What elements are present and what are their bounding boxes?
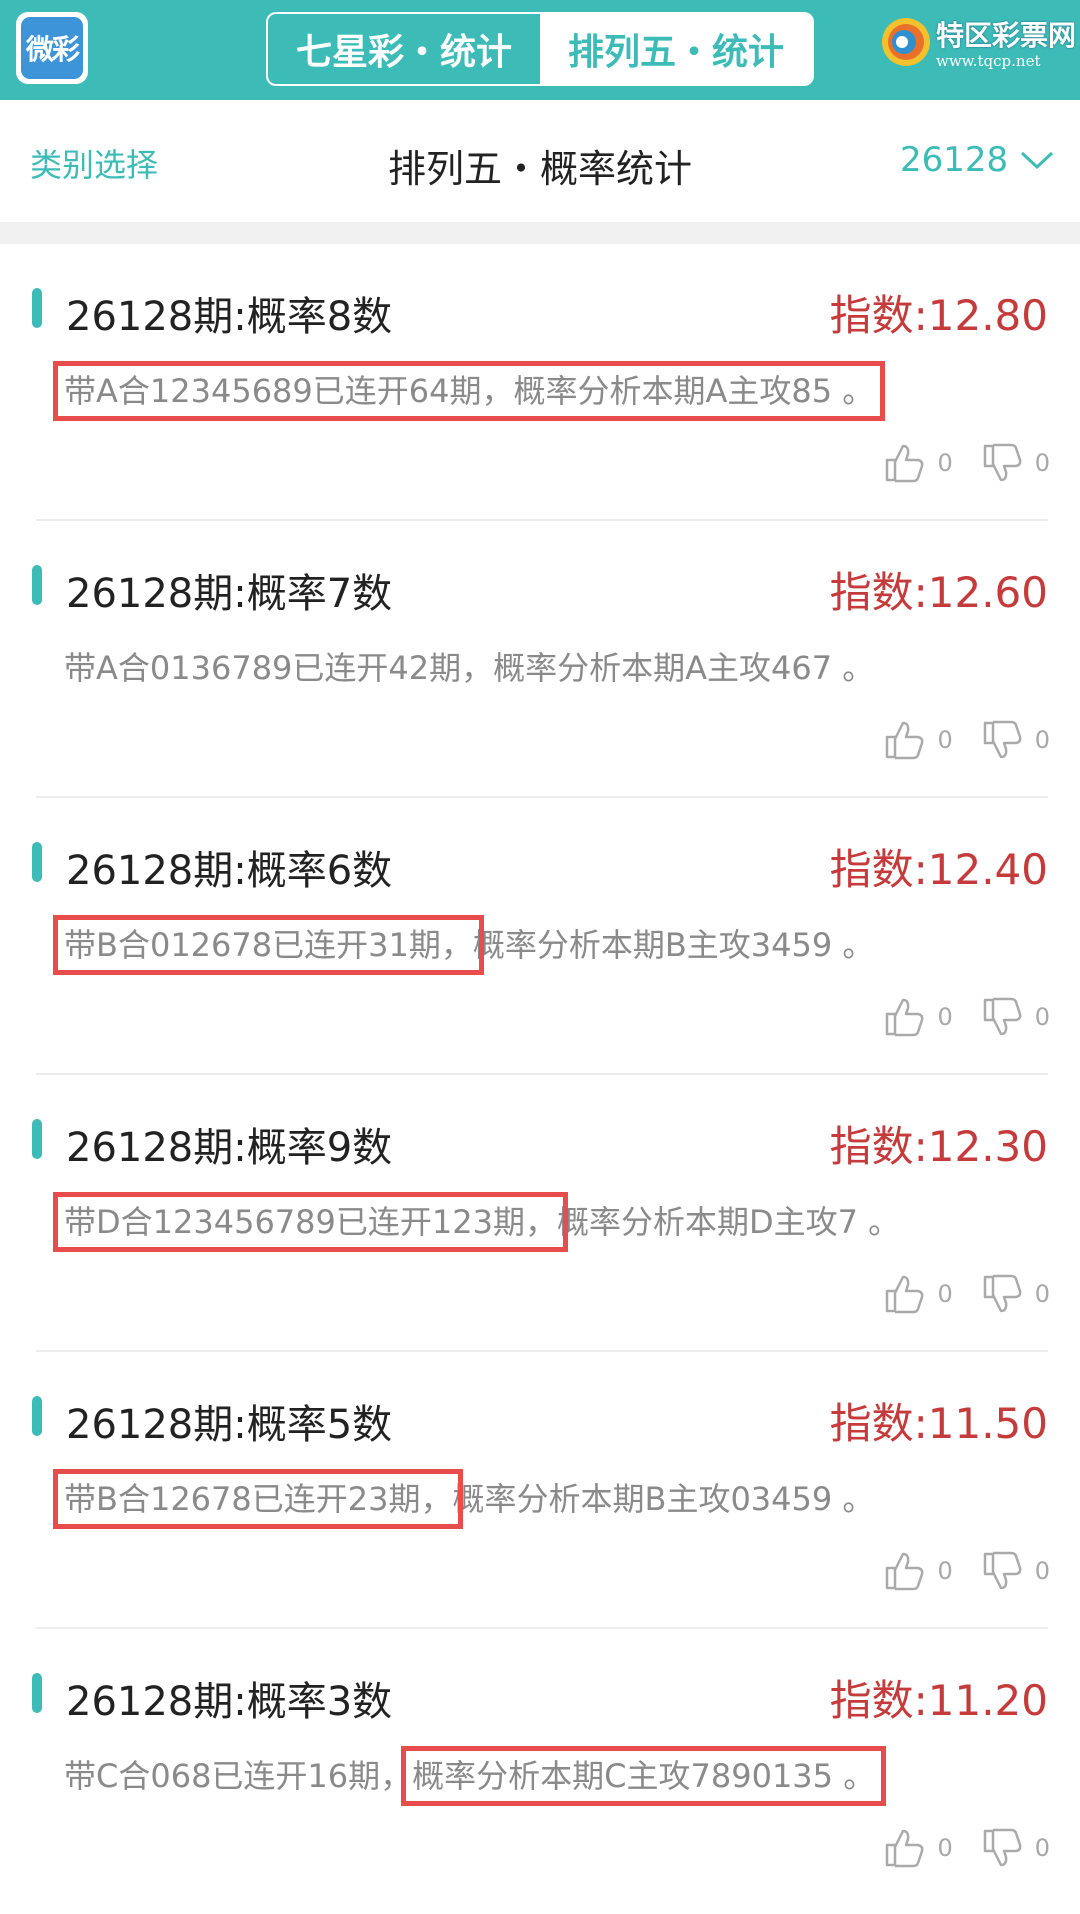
brand-name: 特区彩票网 bbox=[936, 19, 1077, 52]
highlight-box: 带B合012678已连开31期， bbox=[53, 915, 484, 975]
like-count: 0 bbox=[937, 449, 953, 477]
item-description: 带B合12678已连开23期，概率分析本期B主攻03459 。 bbox=[52, 1469, 875, 1529]
section-gap bbox=[0, 222, 1080, 244]
thumbs-up-icon bbox=[886, 1275, 924, 1314]
list-item: 26128期:概率8数 指数:12.80 带A合12345689已连开64期，概… bbox=[0, 244, 1080, 521]
thumbs-up-icon bbox=[886, 998, 924, 1037]
dislike-count: 0 bbox=[1034, 1003, 1050, 1031]
item-title: 26128期:概率7数 bbox=[66, 571, 393, 617]
dislike-count: 0 bbox=[1034, 1557, 1050, 1585]
dislike-count: 0 bbox=[1034, 1834, 1050, 1862]
like-count: 0 bbox=[937, 1003, 953, 1031]
chevron-down-icon bbox=[1021, 151, 1054, 170]
thumbs-up-icon bbox=[886, 1829, 924, 1868]
vote-bar: 0 0 bbox=[881, 994, 1050, 1040]
dislike-button[interactable]: 0 bbox=[979, 1271, 1050, 1317]
dislike-count: 0 bbox=[1034, 449, 1050, 477]
dislike-button[interactable]: 0 bbox=[979, 1825, 1050, 1871]
stat-list: 26128期:概率8数 指数:12.80 带A合12345689已连开64期，概… bbox=[0, 244, 1080, 1906]
vote-bar: 0 0 bbox=[881, 1825, 1050, 1871]
title-marker bbox=[32, 1673, 42, 1713]
list-item: 26128期:概率9数 指数:12.30 带D合123456789已连开123期… bbox=[0, 1075, 1080, 1352]
item-description: 带A合0136789已连开42期，概率分析本期A主攻467 。 bbox=[64, 643, 874, 689]
item-description: 带A合12345689已连开64期，概率分析本期A主攻85 。 bbox=[52, 361, 886, 421]
app-logo-text: 微彩 bbox=[21, 17, 83, 79]
like-button[interactable]: 0 bbox=[881, 1271, 953, 1317]
thumbs-down-icon bbox=[983, 720, 1022, 759]
period-value: 26128 bbox=[900, 140, 1009, 180]
tab-qixingcai[interactable]: 七星彩・统计 bbox=[268, 14, 540, 84]
like-button[interactable]: 0 bbox=[881, 994, 953, 1040]
dislike-count: 0 bbox=[1034, 726, 1050, 754]
like-button[interactable]: 0 bbox=[881, 717, 953, 763]
description-rest: 概率分析本期B主攻3459 。 bbox=[472, 926, 875, 964]
vote-bar: 0 0 bbox=[881, 440, 1050, 486]
thumbs-up-icon bbox=[886, 444, 924, 483]
dislike-button[interactable]: 0 bbox=[979, 994, 1050, 1040]
description-rest: 概率分析本期D主攻7 。 bbox=[556, 1203, 901, 1241]
title-marker bbox=[32, 565, 42, 605]
list-item: 26128期:概率6数 指数:12.40 带B合012678已连开31期，概率分… bbox=[0, 798, 1080, 1075]
dislike-button[interactable]: 0 bbox=[979, 440, 1050, 486]
title-marker bbox=[32, 1396, 42, 1436]
description-text: 带A合0136789已连开42期，概率分析本期A主攻467 。 bbox=[64, 649, 875, 687]
like-button[interactable]: 0 bbox=[881, 440, 953, 486]
item-title: 26128期:概率3数 bbox=[66, 1679, 393, 1725]
description-rest: 概率分析本期B主攻03459 。 bbox=[452, 1480, 875, 1518]
dislike-button[interactable]: 0 bbox=[979, 717, 1050, 763]
app-logo[interactable]: 微彩 bbox=[16, 12, 88, 84]
thumbs-down-icon bbox=[983, 443, 1022, 482]
highlight-box: 带D合123456789已连开123期， bbox=[53, 1192, 568, 1252]
dislike-button[interactable]: 0 bbox=[979, 1548, 1050, 1594]
list-item: 26128期:概率5数 指数:11.50 带B合12678已连开23期，概率分析… bbox=[0, 1352, 1080, 1629]
item-index: 指数:12.40 bbox=[829, 845, 1048, 894]
vote-bar: 0 0 bbox=[881, 1271, 1050, 1317]
highlight-box: 带A合12345689已连开64期，概率分析本期A主攻85 。 bbox=[52, 361, 886, 421]
vote-bar: 0 0 bbox=[881, 717, 1050, 763]
title-marker bbox=[32, 288, 42, 328]
lottery-tab-switch: 七星彩・统计 排列五・统计 bbox=[266, 12, 814, 86]
item-title: 26128期:概率5数 bbox=[66, 1402, 393, 1448]
title-marker bbox=[32, 1119, 42, 1159]
like-button[interactable]: 0 bbox=[881, 1548, 953, 1594]
item-index: 指数:12.30 bbox=[829, 1122, 1048, 1171]
item-description: 带C合068已连开16期，概率分析本期C主攻7890135 。 bbox=[64, 1746, 887, 1806]
list-item: 26128期:概率7数 指数:12.60 带A合0136789已连开42期，概率… bbox=[0, 521, 1080, 798]
like-count: 0 bbox=[937, 1834, 953, 1862]
dislike-count: 0 bbox=[1034, 1280, 1050, 1308]
item-description: 带B合012678已连开31期，概率分析本期B主攻3459 。 bbox=[53, 915, 875, 975]
top-bar: 微彩 七星彩・统计 排列五・统计 特区彩票网 www.tqcp.net bbox=[0, 0, 1080, 100]
item-index: 指数:12.60 bbox=[829, 568, 1048, 617]
title-marker bbox=[32, 842, 42, 882]
thumbs-up-icon bbox=[886, 1552, 924, 1591]
thumbs-down-icon bbox=[983, 1274, 1022, 1313]
thumbs-down-icon bbox=[983, 1551, 1022, 1590]
brand-url: www.tqcp.net bbox=[936, 52, 1041, 70]
like-count: 0 bbox=[937, 726, 953, 754]
vote-bar: 0 0 bbox=[881, 1548, 1050, 1594]
item-title: 26128期:概率9数 bbox=[66, 1125, 393, 1171]
item-index: 指数:11.20 bbox=[829, 1676, 1048, 1725]
period-dropdown[interactable]: 26128 bbox=[900, 140, 1054, 180]
like-count: 0 bbox=[937, 1557, 953, 1585]
brand-watermark: 特区彩票网 www.tqcp.net bbox=[876, 8, 1076, 88]
list-item: 26128期:概率3数 指数:11.20 带C合068已连开16期，概率分析本期… bbox=[0, 1629, 1080, 1906]
item-title: 26128期:概率6数 bbox=[66, 848, 393, 894]
like-count: 0 bbox=[937, 1280, 953, 1308]
tab-pailiewu[interactable]: 排列五・统计 bbox=[540, 14, 812, 84]
item-index: 指数:11.50 bbox=[829, 1399, 1048, 1448]
brand-swirl-icon bbox=[882, 18, 930, 66]
description-text: 带C合068已连开16期， bbox=[64, 1757, 413, 1795]
thumbs-down-icon bbox=[983, 997, 1022, 1036]
highlight-box: 概率分析本期C主攻7890135 。 bbox=[401, 1746, 887, 1806]
item-description: 带D合123456789已连开123期，概率分析本期D主攻7 。 bbox=[53, 1192, 901, 1252]
like-button[interactable]: 0 bbox=[881, 1825, 953, 1871]
thumbs-down-icon bbox=[983, 1828, 1022, 1867]
thumbs-up-icon bbox=[886, 721, 924, 760]
highlight-box: 带B合12678已连开23期， bbox=[52, 1469, 464, 1529]
item-title: 26128期:概率8数 bbox=[66, 294, 393, 340]
item-index: 指数:12.80 bbox=[829, 291, 1048, 340]
